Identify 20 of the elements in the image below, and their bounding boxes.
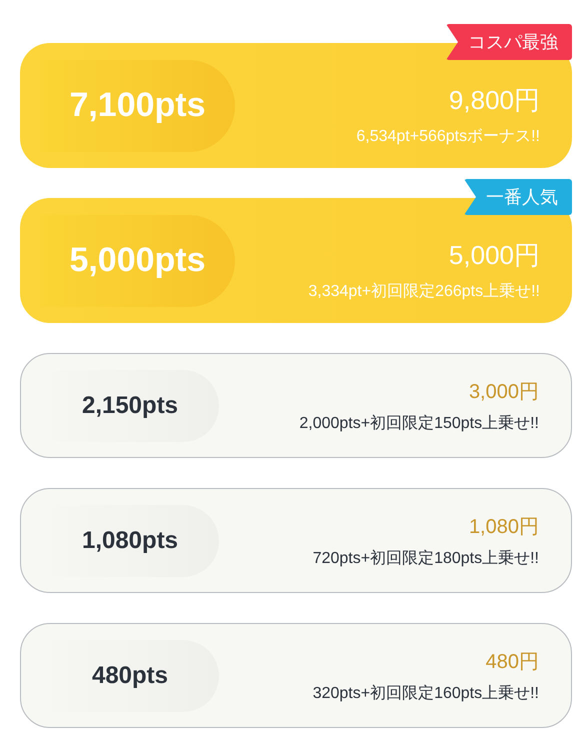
plan-card[interactable]: 480pts 480円 320pts+初回限定160pts上乗せ!! — [20, 623, 572, 728]
plan-card[interactable]: 2,150pts 3,000円 2,000pts+初回限定150pts上乗せ!! — [20, 353, 572, 458]
price: 3,000円 — [468, 380, 539, 404]
ribbon-badge: コスパ最強 — [446, 24, 572, 60]
price: 9,800円 — [448, 84, 540, 116]
points-amount: 7,100pts — [69, 86, 206, 125]
bonus-detail: 6,534pt+566ptsボーナス!! — [356, 126, 540, 146]
bonus-detail: 2,000pts+初回限定150pts上乗せ!! — [299, 414, 539, 434]
price: 480円 — [486, 650, 539, 674]
price: 5,000円 — [448, 238, 540, 272]
points-amount: 480pts — [92, 662, 168, 690]
points-amount: 5,000pts — [69, 241, 206, 280]
bonus-detail: 720pts+初回限定180pts上乗せ!! — [312, 548, 539, 568]
points-amount: 1,080pts — [82, 526, 178, 554]
price: 1,080円 — [468, 514, 539, 540]
bonus-detail: 320pts+初回限定160pts上乗せ!! — [312, 684, 539, 704]
bonus-detail: 3,334pt+初回限定266pts上乗せ!! — [308, 282, 540, 302]
ribbon-badge: 一番人気 — [464, 179, 572, 215]
plan-card[interactable]: 1,080pts 1,080円 720pts+初回限定180pts上乗せ!! — [20, 488, 572, 593]
points-amount: 2,150pts — [82, 392, 178, 420]
